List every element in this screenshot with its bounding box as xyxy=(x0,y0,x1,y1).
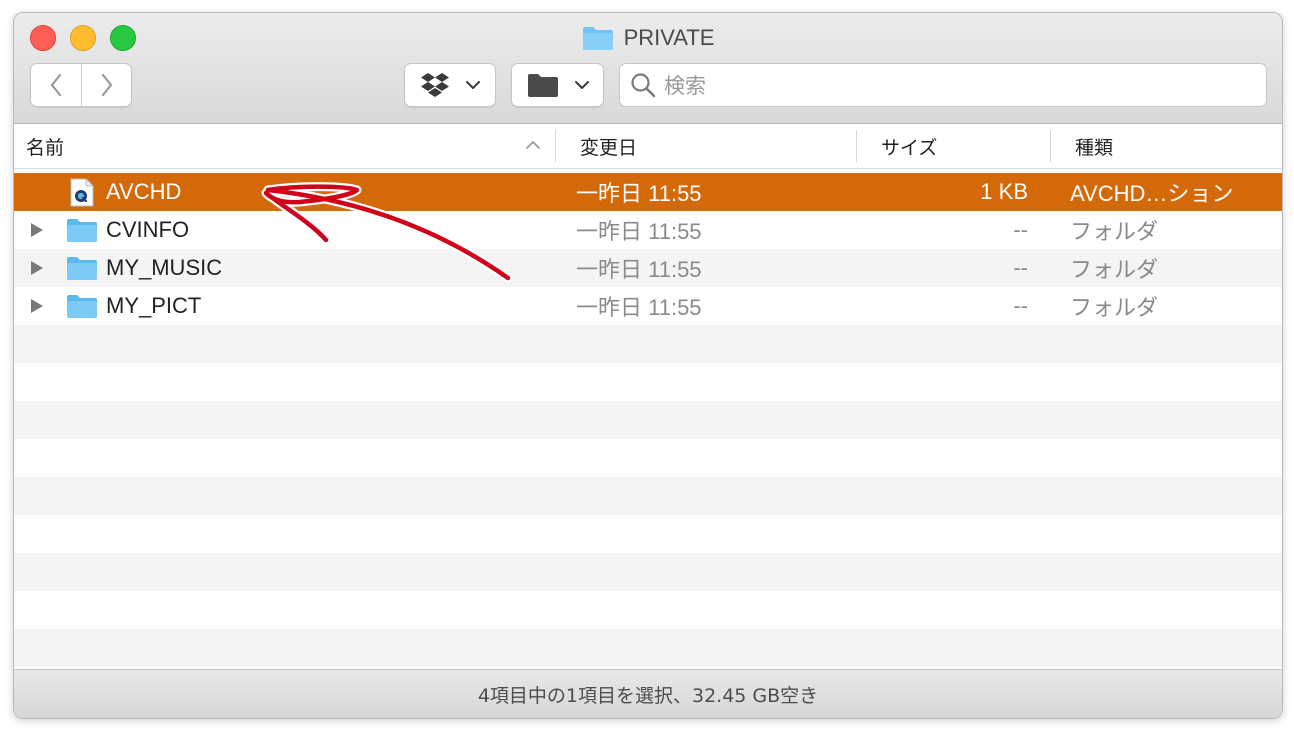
file-row-cvinfo[interactable]: CVINFO 一昨日 11:55 -- フォルダ xyxy=(14,211,1282,249)
forward-button[interactable] xyxy=(82,64,132,106)
column-divider[interactable] xyxy=(856,130,857,162)
folder-icon xyxy=(527,74,558,97)
file-row-avchd[interactable]: AVCHD 一昨日 11:55 1 KB AVCHD…ション xyxy=(14,173,1282,211)
navigation-buttons xyxy=(30,63,132,107)
file-size: -- xyxy=(1013,293,1028,318)
file-size: -- xyxy=(1013,255,1028,280)
file-name: AVCHD xyxy=(106,179,182,204)
titlebar: PRIVATE 検索 xyxy=(14,13,1282,124)
dropbox-menu-button[interactable] xyxy=(404,63,496,107)
empty-row xyxy=(14,439,1282,477)
empty-row xyxy=(14,477,1282,515)
column-header-date-label: 変更日 xyxy=(580,136,638,159)
empty-row xyxy=(14,515,1282,553)
window-title-area: PRIVATE xyxy=(14,21,1282,55)
search-placeholder: 検索 xyxy=(664,74,706,98)
chevron-left-icon xyxy=(50,73,62,97)
chevron-down-icon xyxy=(466,81,480,89)
file-date: 一昨日 11:55 xyxy=(576,257,702,282)
list-header: 名前 変更日 サイズ 種類 xyxy=(14,124,1282,169)
file-kind: フォルダ xyxy=(1070,219,1159,244)
chevron-right-icon xyxy=(101,73,113,97)
file-kind: フォルダ xyxy=(1070,295,1159,320)
folder-action-button[interactable] xyxy=(511,63,604,107)
chevron-down-icon xyxy=(574,81,589,89)
column-header-name-label: 名前 xyxy=(26,136,65,159)
status-bar: 4項目中の1項目を選択、32.45 GB空き xyxy=(14,669,1282,718)
column-header-kind-label: 種類 xyxy=(1075,136,1114,159)
empty-row xyxy=(14,363,1282,401)
sort-ascending-icon[interactable] xyxy=(525,139,541,151)
folder-icon xyxy=(67,219,97,242)
file-name: MY_MUSIC xyxy=(106,255,223,280)
empty-row xyxy=(14,591,1282,629)
window-title: PRIVATE xyxy=(623,25,715,50)
file-name: MY_PICT xyxy=(106,293,202,318)
empty-row xyxy=(14,629,1282,667)
column-header-kind[interactable]: 種類 xyxy=(1075,124,1275,168)
file-date: 一昨日 11:55 xyxy=(576,181,702,206)
disclosure-triangle-icon[interactable] xyxy=(31,223,43,237)
column-header-date[interactable]: 変更日 xyxy=(580,124,850,168)
empty-row xyxy=(14,401,1282,439)
empty-row xyxy=(14,553,1282,591)
column-header-size-label: サイズ xyxy=(881,136,938,159)
finder-window: PRIVATE 検索 名前 変更日 サイズ 種類 AVCHD 一昨日 11:55… xyxy=(13,12,1283,719)
disclosure-triangle-icon[interactable] xyxy=(31,261,43,275)
column-header-size[interactable]: サイズ xyxy=(881,124,1051,168)
column-divider[interactable] xyxy=(1050,130,1051,162)
file-name: CVINFO xyxy=(106,217,190,242)
disclosure-triangle-icon[interactable] xyxy=(31,299,43,313)
empty-row xyxy=(14,325,1282,363)
file-kind: フォルダ xyxy=(1070,257,1159,282)
folder-icon xyxy=(67,295,97,318)
file-kind: AVCHD…ション xyxy=(1070,181,1234,206)
file-row-my-pict[interactable]: MY_PICT 一昨日 11:55 -- フォルダ xyxy=(14,287,1282,325)
back-button[interactable] xyxy=(31,64,81,106)
file-size: 1 KB xyxy=(980,179,1028,204)
file-size: -- xyxy=(1013,217,1028,242)
folder-icon xyxy=(67,257,97,280)
file-date: 一昨日 11:55 xyxy=(576,295,702,320)
file-list: AVCHD 一昨日 11:55 1 KB AVCHD…ション CVINFO 一昨… xyxy=(14,169,1282,669)
quicktime-document-icon xyxy=(70,178,94,207)
search-field[interactable]: 検索 xyxy=(619,63,1267,107)
search-icon xyxy=(631,73,656,98)
dropbox-icon xyxy=(421,73,449,97)
column-header-name[interactable]: 名前 xyxy=(26,124,554,168)
status-text: 4項目中の1項目を選択、32.45 GB空き xyxy=(477,685,819,707)
column-divider[interactable] xyxy=(555,130,556,162)
file-date: 一昨日 11:55 xyxy=(576,219,702,244)
folder-icon xyxy=(582,27,613,50)
file-row-my-music[interactable]: MY_MUSIC 一昨日 11:55 -- フォルダ xyxy=(14,249,1282,287)
